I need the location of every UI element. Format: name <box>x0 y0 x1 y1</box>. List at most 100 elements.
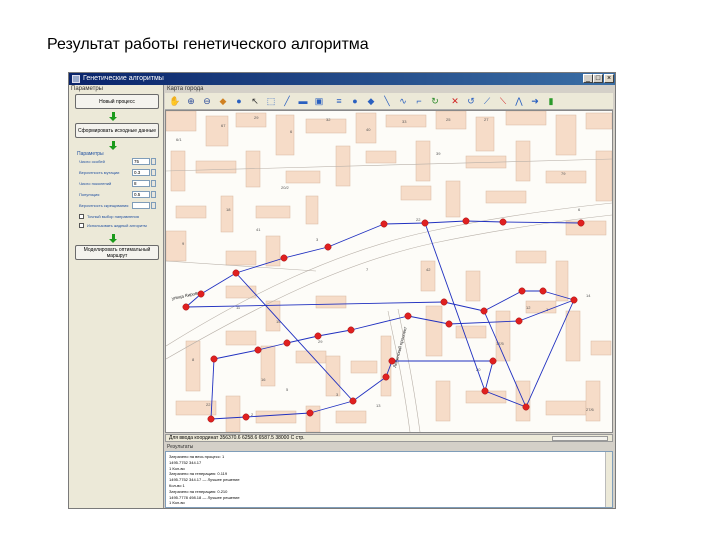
minimize-button[interactable]: _ <box>583 74 593 83</box>
export-icon[interactable]: ▣ <box>313 95 325 107</box>
zoom-in-icon[interactable]: ⊕ <box>185 95 197 107</box>
checkbox-box[interactable] <box>79 223 84 228</box>
route-point <box>347 326 355 334</box>
param-input[interactable]: 0.3 <box>132 169 150 176</box>
zoom-out-icon[interactable]: ⊖ <box>201 95 213 107</box>
new-process-button[interactable]: Новый процесс <box>75 94 159 109</box>
log-scrollbar[interactable] <box>605 452 612 507</box>
route-point <box>445 320 453 328</box>
app-icon <box>72 75 80 83</box>
clear-icon[interactable]: ↺ <box>465 95 477 107</box>
maximize-button[interactable]: □ <box>593 74 603 83</box>
route-point <box>254 346 262 354</box>
spinner-icon[interactable] <box>151 158 156 165</box>
refresh-icon[interactable]: ↻ <box>429 95 441 107</box>
map-label: 6/1 <box>176 137 182 142</box>
left-panel-tab[interactable]: Параметры <box>71 86 103 92</box>
log-line: Затрачено на весь процесс: 1 <box>169 454 225 459</box>
param-label: Число поколений <box>79 181 112 186</box>
results-label: Результаты <box>167 444 194 450</box>
add-point-icon[interactable]: ● <box>349 95 361 107</box>
map-label: 14 <box>586 293 591 298</box>
building-block <box>235 112 267 128</box>
add-node-icon[interactable]: ◆ <box>365 95 377 107</box>
close-button[interactable]: × <box>604 74 614 83</box>
map-label: 27 <box>484 117 489 122</box>
checkbox-exact-direction[interactable]: Точный выбор направления <box>79 214 161 221</box>
window-titlebar[interactable]: Генетические алгоритмы _ □ × <box>69 73 615 85</box>
route-point <box>306 409 314 417</box>
route-point <box>382 373 390 381</box>
simulate-route-button[interactable]: Моделировать оптимальный маршрут <box>75 245 159 260</box>
param-input[interactable]: 75 <box>132 158 150 165</box>
route-edit-icon[interactable]: ⟍ <box>497 95 509 107</box>
stack-icon[interactable]: ≡ <box>333 95 345 107</box>
building-block <box>285 170 321 184</box>
forward-icon[interactable]: ➜ <box>529 95 541 107</box>
checkbox-box[interactable] <box>79 214 84 219</box>
edit-line-icon[interactable]: ⌐ <box>413 95 425 107</box>
building-block <box>435 380 451 422</box>
building-block <box>166 111 197 132</box>
checkbox-label: Использовать жадный алгоритм <box>87 223 147 228</box>
checkbox-greedy[interactable]: Использовать жадный алгоритм <box>79 223 161 230</box>
building-block <box>515 250 547 264</box>
building-block <box>415 140 431 182</box>
map-label: 22 <box>206 402 211 407</box>
spinner-icon[interactable] <box>151 169 156 176</box>
map-label: 29 <box>254 115 259 120</box>
scale-box[interactable] <box>552 436 608 441</box>
building-block <box>350 360 378 374</box>
building-block <box>380 335 392 397</box>
route-point <box>518 287 526 295</box>
route-point <box>349 397 357 405</box>
building-block <box>225 395 241 432</box>
delete-icon[interactable]: ✕ <box>449 95 461 107</box>
building-block <box>585 380 601 422</box>
select-box-icon[interactable]: ⬚ <box>265 95 277 107</box>
map-label: 18 <box>226 207 231 212</box>
route-point <box>539 287 547 295</box>
status-bar: Для ввода координат 356370.6 6258.6 6587… <box>165 434 613 442</box>
map-panel-tab[interactable]: Карта города <box>167 86 204 92</box>
building-block <box>505 111 547 126</box>
globe-icon[interactable]: ● <box>233 95 245 107</box>
param-input[interactable]: 8 <box>132 180 150 187</box>
param-input[interactable] <box>132 202 150 209</box>
log-line: Затрачено на генерацию: 0.119 <box>169 471 228 477</box>
building-block <box>225 250 257 266</box>
print-icon[interactable]: ▬ <box>297 95 309 107</box>
map-label: 79 <box>561 171 566 176</box>
draw-polyline-icon[interactable]: ∿ <box>397 95 409 107</box>
map-canvas[interactable]: 6/167296324033 25 2720/2391841397962271115… <box>166 111 612 432</box>
select-icon[interactable]: ↖ <box>249 95 261 107</box>
chart-icon[interactable]: ▮ <box>545 95 557 107</box>
map-label: 29 <box>318 339 323 344</box>
measure-icon[interactable]: ╱ <box>281 95 293 107</box>
generate-data-button[interactable]: Сформировать исходные данные <box>75 123 159 138</box>
draw-line-icon[interactable]: ╲ <box>381 95 393 107</box>
building-block <box>595 150 612 202</box>
building-block <box>485 190 527 204</box>
coords-readout: Для ввода координат 356370.6 6258.6 6587… <box>169 435 305 441</box>
graph-icon[interactable]: ⋀ <box>513 95 525 107</box>
pan-icon[interactable]: ✋ <box>169 95 181 107</box>
param-row: Вероятность мутации 0.3 <box>79 169 161 177</box>
results-log[interactable]: Затрачено на весь процесс: 1 1495.7752 34… <box>165 451 613 508</box>
spinner-icon[interactable] <box>151 202 156 209</box>
spinner-icon[interactable] <box>151 191 156 198</box>
route-icon[interactable]: ⟋ <box>481 95 493 107</box>
building-block <box>195 160 237 174</box>
building-block <box>166 230 187 262</box>
param-input[interactable]: 0.5 <box>132 191 150 198</box>
city-map[interactable]: 6/1 67 29 6 32 40 33 25 27 20/2 39 18 41 3 9 79 6 22 7 11 15… <box>165 110 613 433</box>
log-line: 1495.7778 498.18 — Лучшее решение <box>169 494 240 500</box>
building-block <box>295 350 327 364</box>
building-block <box>425 305 443 357</box>
route-point <box>388 357 396 365</box>
map-label: 39 <box>436 151 441 156</box>
building-block <box>565 310 581 362</box>
layers-icon[interactable]: ◆ <box>217 95 229 107</box>
spinner-icon[interactable] <box>151 180 156 187</box>
slide-title: Результат работы генетического алгоритма <box>47 36 369 53</box>
